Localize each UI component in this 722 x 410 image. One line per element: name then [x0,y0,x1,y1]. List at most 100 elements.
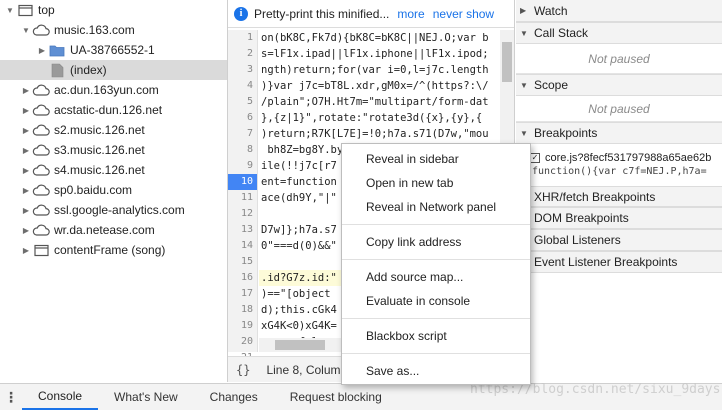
call-stack-title: Call Stack [534,26,589,40]
xhr-breakpoints-header[interactable]: ▶ XHR/fetch Breakpoints [516,186,722,207]
drawer-tabbar: ⋮ Console What's New Changes Request blo… [0,383,722,410]
line-number[interactable]: 7 [228,126,257,142]
chevron-right-icon[interactable]: ▶ [20,106,32,115]
dom-breakpoints-header[interactable]: ▶ DOM Breakpoints [516,207,722,229]
breakpoint-checkbox[interactable]: ✓ [530,153,540,163]
tree-item[interactable]: ▶ s2.music.126.net [0,120,227,140]
event-listener-breakpoints-header[interactable]: ▶ Event Listener Breakpoints [516,251,722,273]
menu-item-copy-link-address[interactable]: Copy link address [342,230,530,254]
file-navigator: ▼ top ▼ music.163.com ▶ UA-38766552-1 (index) ▶… [0,0,228,382]
tree-item[interactable]: ▶ ac.dun.163yun.com [0,80,227,100]
line-number[interactable]: 1 [228,30,257,46]
menu-item-save-as[interactable]: Save as... [342,359,530,383]
line-number[interactable]: 4 [228,78,257,94]
line-number[interactable]: 2 [228,46,257,62]
chevron-right-icon[interactable]: ▶ [20,246,32,255]
tree-item[interactable]: ▶ ssl.google-analytics.com [0,200,227,220]
line-number[interactable]: 18 [228,302,257,318]
line-number[interactable]: 15 [228,254,257,270]
vertical-scroll-thumb[interactable] [502,42,512,82]
line-number[interactable]: 12 [228,206,257,222]
line-number[interactable]: 9 [228,158,257,174]
line-number[interactable]: 19 [228,318,257,334]
chevron-right-icon[interactable]: ▶ [20,166,32,175]
chevron-right-icon[interactable]: ▶ [20,146,32,155]
global-listeners-header[interactable]: ▶ Global Listeners [516,229,722,251]
chevron-down-icon[interactable]: ▼ [4,6,16,15]
menu-item-blackbox-script[interactable]: Blackbox script [342,324,530,348]
chevron-right-icon[interactable]: ▶ [20,126,32,135]
cloud-icon [32,222,50,238]
chevron-right-icon[interactable]: ▶ [20,226,32,235]
menu-separator [342,224,530,225]
infobar-message: Pretty-print this minified... [254,6,390,21]
call-stack-section-header[interactable]: ▼ Call Stack [516,22,722,44]
code-line: ngth)return;for(var i=0,l=j7c.length [261,64,489,76]
line-number[interactable]: 17 [228,286,257,302]
pretty-print-button[interactable]: {} [236,363,250,377]
menu-item-open-in-new-tab[interactable]: Open in new tab [342,171,530,195]
horizontal-scroll-thumb[interactable] [275,340,325,350]
tree-item[interactable]: ▶ wr.da.netease.com [0,220,227,240]
menu-separator [342,318,530,319]
breakpoint-marker[interactable]: 10 [228,174,257,190]
pretty-print-infobar: i Pretty-print this minified... more nev… [228,0,514,28]
line-number[interactable]: 6 [228,110,257,126]
tree-item[interactable]: ▶ s3.music.126.net [0,140,227,160]
chevron-right-icon[interactable]: ▶ [36,46,48,55]
tree-item[interactable]: ▼ music.163.com [0,20,227,40]
chevron-right-icon[interactable]: ▶ [20,206,32,215]
menu-item-evaluate-in-console[interactable]: Evaluate in console [342,289,530,313]
watch-section-header[interactable]: ▶ Watch [516,0,722,22]
menu-item-reveal-in-sidebar[interactable]: Reveal in sidebar [342,147,530,171]
event-title: Event Listener Breakpoints [534,255,678,269]
chevron-right-icon: ▶ [520,6,527,15]
chevron-down-icon: ▼ [520,128,528,138]
menu-item-reveal-in-network-panel[interactable]: Reveal in Network panel [342,195,530,219]
more-menu-icon[interactable]: ⋮ [0,384,22,410]
code-line: /plain";O7H.Ht7m="multipart/form-dat [261,96,489,108]
line-number[interactable]: 11 [228,190,257,206]
line-number[interactable]: 5 [228,94,257,110]
line-number[interactable]: 13 [228,222,257,238]
tree-item-label: s3.music.126.net [54,143,145,157]
scope-title: Scope [534,78,569,92]
line-number-gutter[interactable]: 1234567891011121314151617181920212223 [228,30,258,379]
tree-item[interactable]: ▶ sp0.baidu.com [0,180,227,200]
chevron-down-icon[interactable]: ▼ [20,26,32,35]
tree-item[interactable]: ▶ contentFrame (song) [0,240,227,260]
info-icon: i [234,6,248,21]
menu-separator [342,353,530,354]
tree-item[interactable]: ▶ s4.music.126.net [0,160,227,180]
chevron-right-icon[interactable]: ▶ [20,186,32,195]
tab-whats-new[interactable]: What's New [98,384,194,410]
infobar-never-show-link[interactable]: never show [433,7,494,21]
tree-item[interactable]: ▶ UA-38766552-1 [0,40,227,60]
breakpoint-item[interactable]: ✓ core.js?8fecf531797988a65ae62b [516,150,722,166]
code-line: )}var j7c=bT8L.xdr,gM0x=/^(https?:\/ [261,80,489,92]
folder-icon [48,42,66,58]
debugger-sidebar: ▶ Watch ▼ Call Stack Not paused ▼ Scope … [516,0,722,382]
scope-section-header[interactable]: ▼ Scope [516,74,722,96]
tab-request-blocking[interactable]: Request blocking [274,384,398,410]
line-number[interactable]: 14 [228,238,257,254]
menu-item-add-source-map[interactable]: Add source map... [342,265,530,289]
chevron-right-icon[interactable]: ▶ [20,86,32,95]
chevron-down-icon: ▼ [520,28,528,38]
cloud-icon [32,202,50,218]
tree-item-label: s2.music.126.net [54,123,145,137]
tab-console[interactable]: Console [22,384,99,410]
line-number[interactable]: 3 [228,62,257,78]
tree-item-label: sp0.baidu.com [54,183,133,197]
breakpoints-section-header[interactable]: ▼ Breakpoints [516,122,722,144]
code-line: s=lF1x.ipad||lF1x.iphone||lF1x.ipod; [261,48,489,60]
tree-item[interactable]: ▶ acstatic-dun.126.net [0,100,227,120]
tab-changes[interactable]: Changes [194,384,274,410]
cloud-icon [32,162,50,178]
line-number[interactable]: 8 [228,142,257,158]
tree-item[interactable]: ▼ top [0,0,227,20]
line-number[interactable]: 16 [228,270,257,286]
line-number[interactable]: 20 [228,334,257,350]
infobar-more-link[interactable]: more [397,7,424,21]
tree-item[interactable]: (index) [0,60,227,80]
